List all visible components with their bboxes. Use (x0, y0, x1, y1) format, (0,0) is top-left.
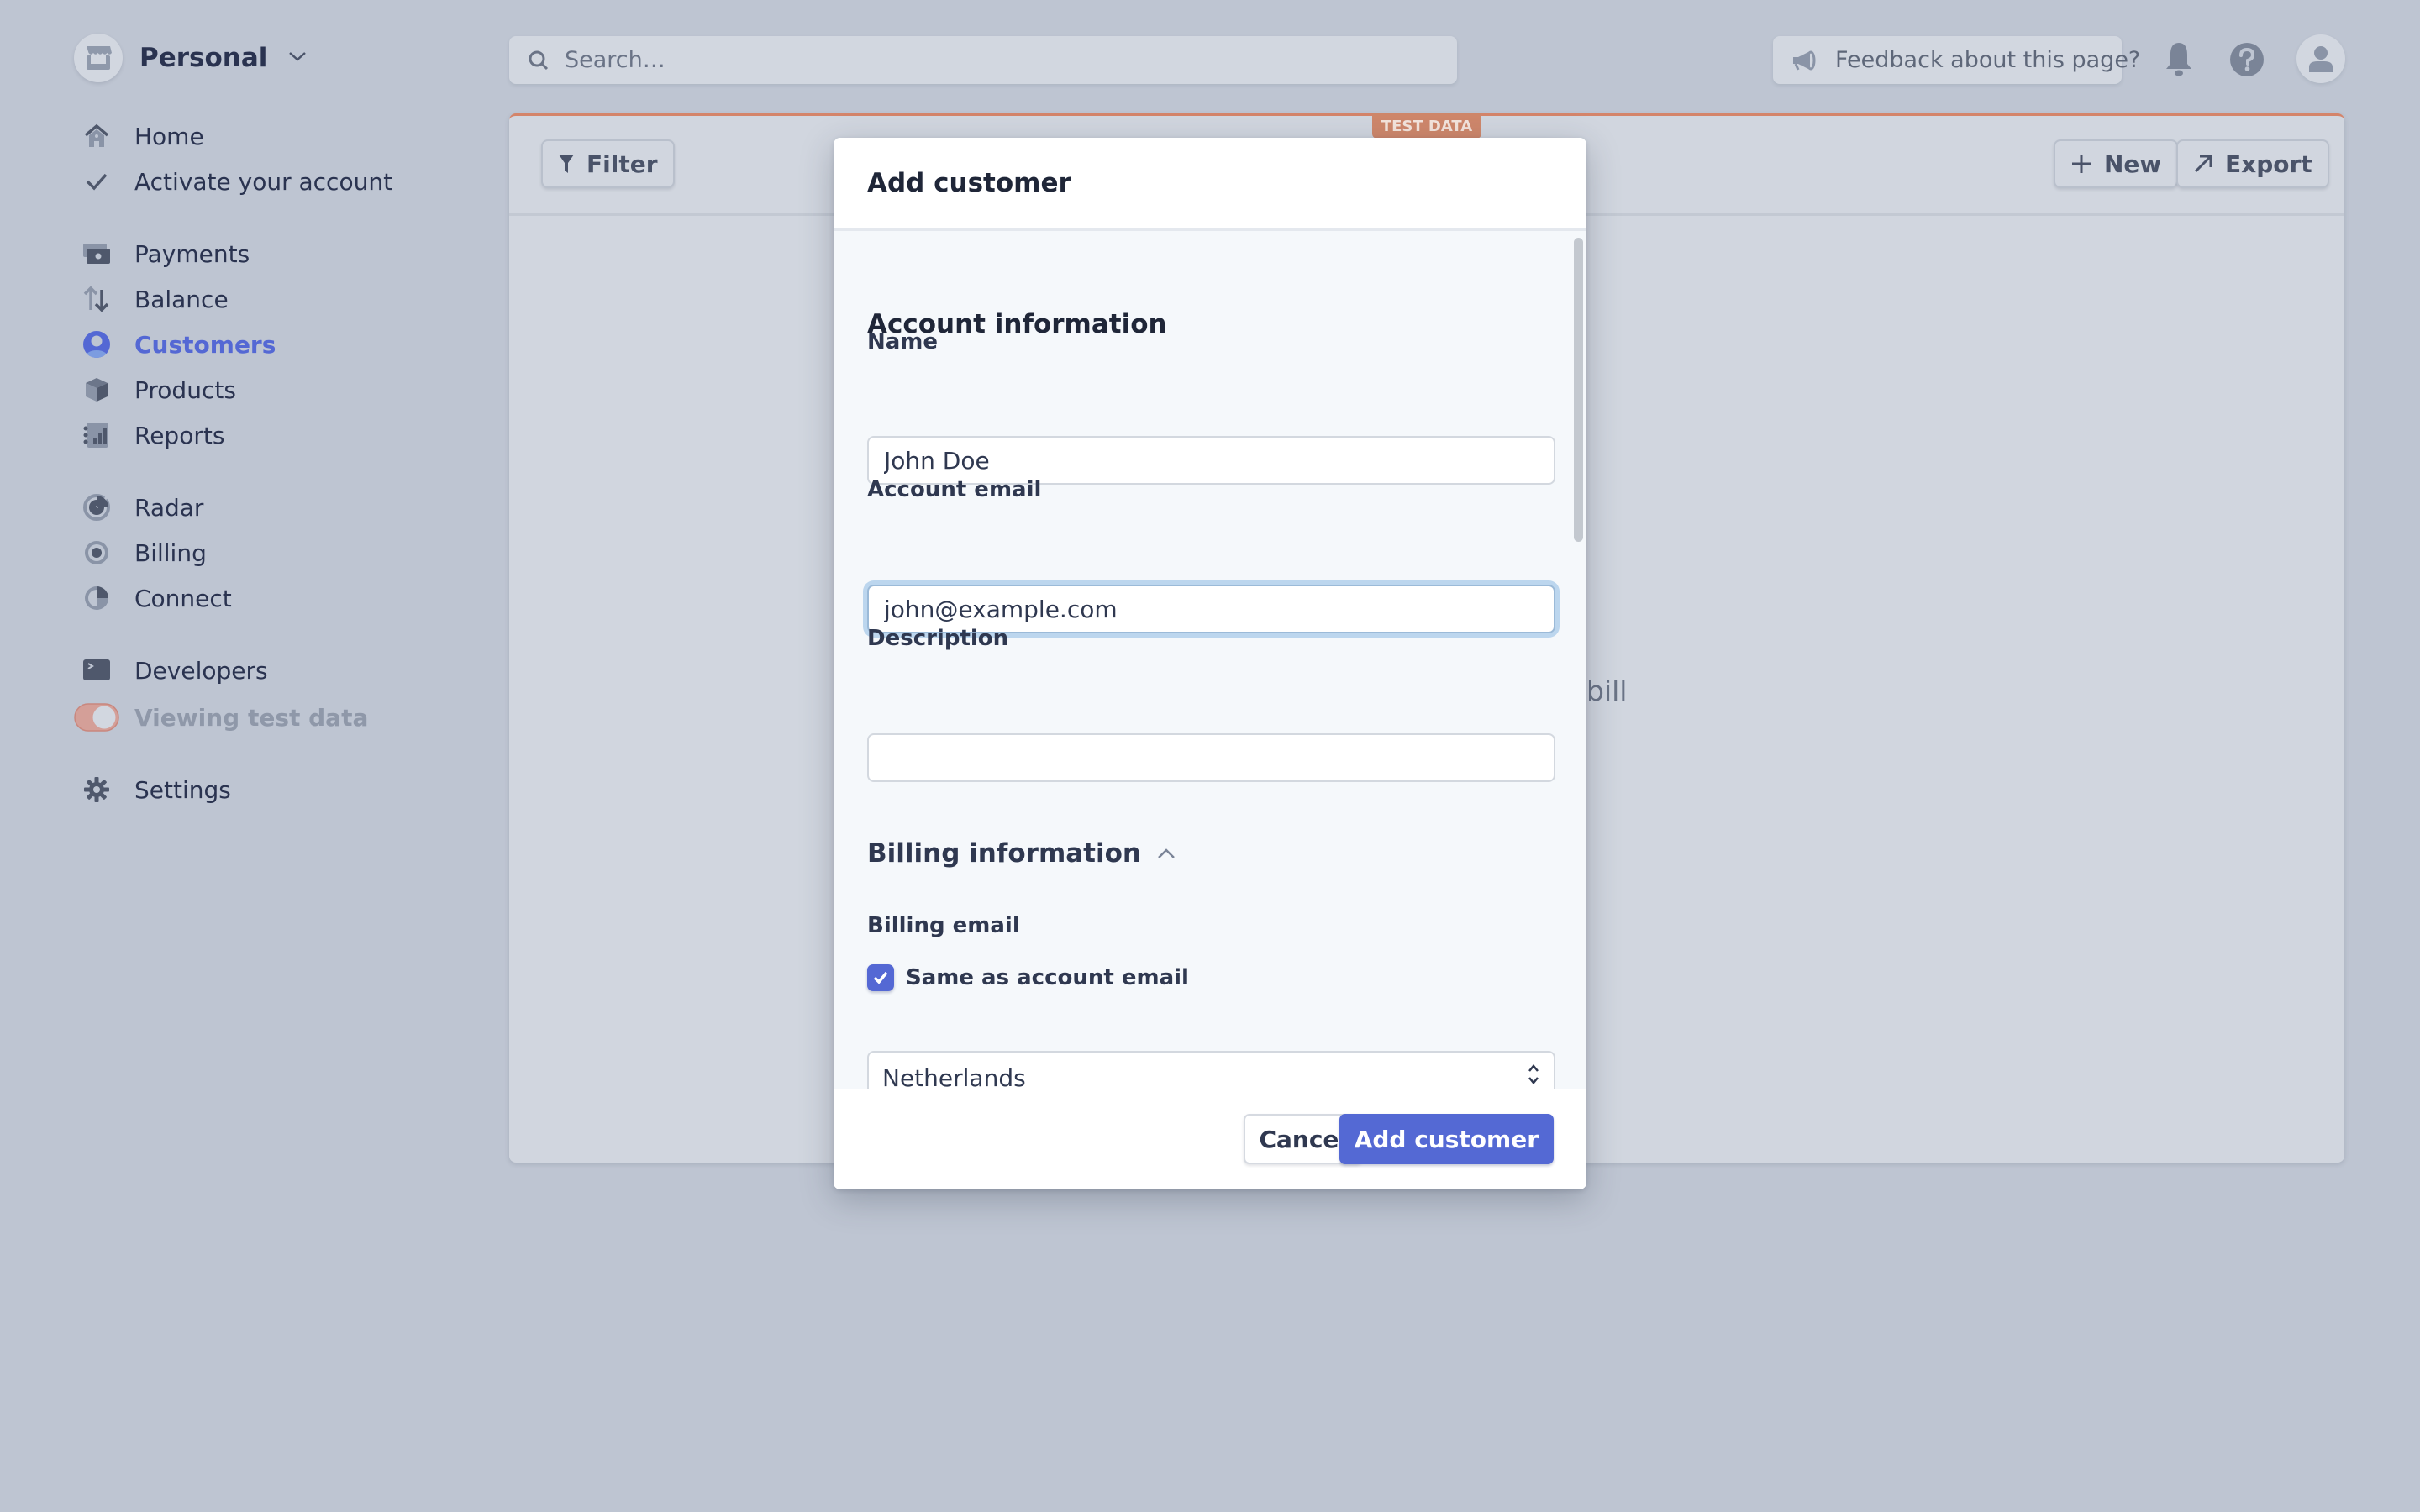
name-input[interactable] (882, 445, 1540, 475)
add-customer-button[interactable]: Add customer (1339, 1114, 1554, 1164)
payments-icon (81, 238, 113, 270)
sidebar-item-payments[interactable]: Payments (81, 235, 434, 272)
megaphone-icon (1791, 50, 1818, 71)
box-icon (81, 374, 113, 406)
reports-icon (81, 419, 113, 451)
sidebar-item-settings[interactable]: Settings (81, 771, 434, 808)
same-as-account-email-option[interactable]: Same as account email (867, 964, 1189, 991)
search-input[interactable] (563, 46, 1417, 74)
account-email-label: Account email (867, 477, 1042, 502)
arrow-up-right-icon (2193, 154, 2213, 174)
billing-information-heading: Billing information (867, 838, 1141, 869)
test-data-badge: TEST DATA (1372, 113, 1481, 139)
balance-arrows-icon (81, 283, 113, 315)
select-arrows-icon (1527, 1063, 1540, 1089)
name-label: Name (867, 329, 939, 354)
account-switcher[interactable]: Personal (74, 34, 308, 82)
sidebar-item-customers[interactable]: Customers (81, 326, 434, 363)
modal-body[interactable]: Account information Name Account email D… (834, 231, 1586, 1189)
empty-state-text-fragment: bill (1586, 675, 1628, 707)
plus-icon (2070, 153, 2092, 175)
terminal-icon (81, 654, 113, 686)
sidebar-item-activate-account[interactable]: Activate your account (81, 163, 434, 200)
sidebar-item-home[interactable]: Home (81, 118, 434, 155)
store-icon (74, 34, 123, 82)
radar-icon (81, 491, 113, 523)
search-icon (528, 50, 550, 71)
sidebar-item-reports[interactable]: Reports (81, 417, 434, 454)
sidebar-item-developers[interactable]: Developers (81, 652, 434, 689)
user-avatar[interactable] (2296, 34, 2345, 83)
filter-icon (558, 153, 575, 175)
description-field[interactable] (867, 733, 1555, 782)
description-label: Description (867, 626, 1009, 651)
chevron-up-icon (1156, 847, 1176, 860)
new-button[interactable]: New (2054, 139, 2179, 188)
sidebar-item-products[interactable]: Products (81, 371, 434, 408)
feedback-button[interactable]: Feedback about this page? (1773, 36, 2140, 84)
billing-icon (81, 537, 113, 569)
same-as-account-email-checkbox[interactable] (867, 964, 894, 991)
help-icon[interactable] (2227, 37, 2267, 82)
sidebar-item-radar[interactable]: Radar (81, 489, 434, 526)
chevron-down-icon (287, 50, 308, 66)
sidebar-item-billing[interactable]: Billing (81, 534, 434, 571)
test-data-toggle[interactable]: Viewing test data (74, 699, 434, 736)
sidebar-item-balance[interactable]: Balance (81, 281, 434, 318)
export-button[interactable]: Export (2176, 139, 2329, 188)
modal-header: Add customer (834, 138, 1586, 231)
connect-icon (81, 582, 113, 614)
billing-information-toggle[interactable]: Billing information (867, 838, 1176, 869)
search-bar[interactable] (509, 36, 1457, 84)
toggle-switch[interactable] (74, 701, 119, 733)
customer-icon (81, 328, 113, 360)
account-email-input[interactable] (882, 594, 1540, 624)
modal-title: Add customer (867, 168, 1071, 198)
description-input[interactable] (882, 743, 1540, 773)
billing-email-label: Billing email (867, 913, 1020, 938)
modal-scrollbar[interactable] (1574, 238, 1583, 542)
add-customer-modal: Add customer Account information Name Ac… (834, 138, 1586, 1189)
sidebar-item-connect[interactable]: Connect (81, 580, 434, 617)
modal-footer: Cancel Add customer (834, 1089, 1586, 1189)
account-name: Personal (139, 43, 268, 73)
filter-button[interactable]: Filter (541, 139, 675, 188)
home-icon (81, 120, 113, 152)
checkmark-icon (81, 165, 113, 197)
gear-icon (81, 774, 113, 806)
notifications-bell-icon[interactable] (2159, 37, 2199, 82)
